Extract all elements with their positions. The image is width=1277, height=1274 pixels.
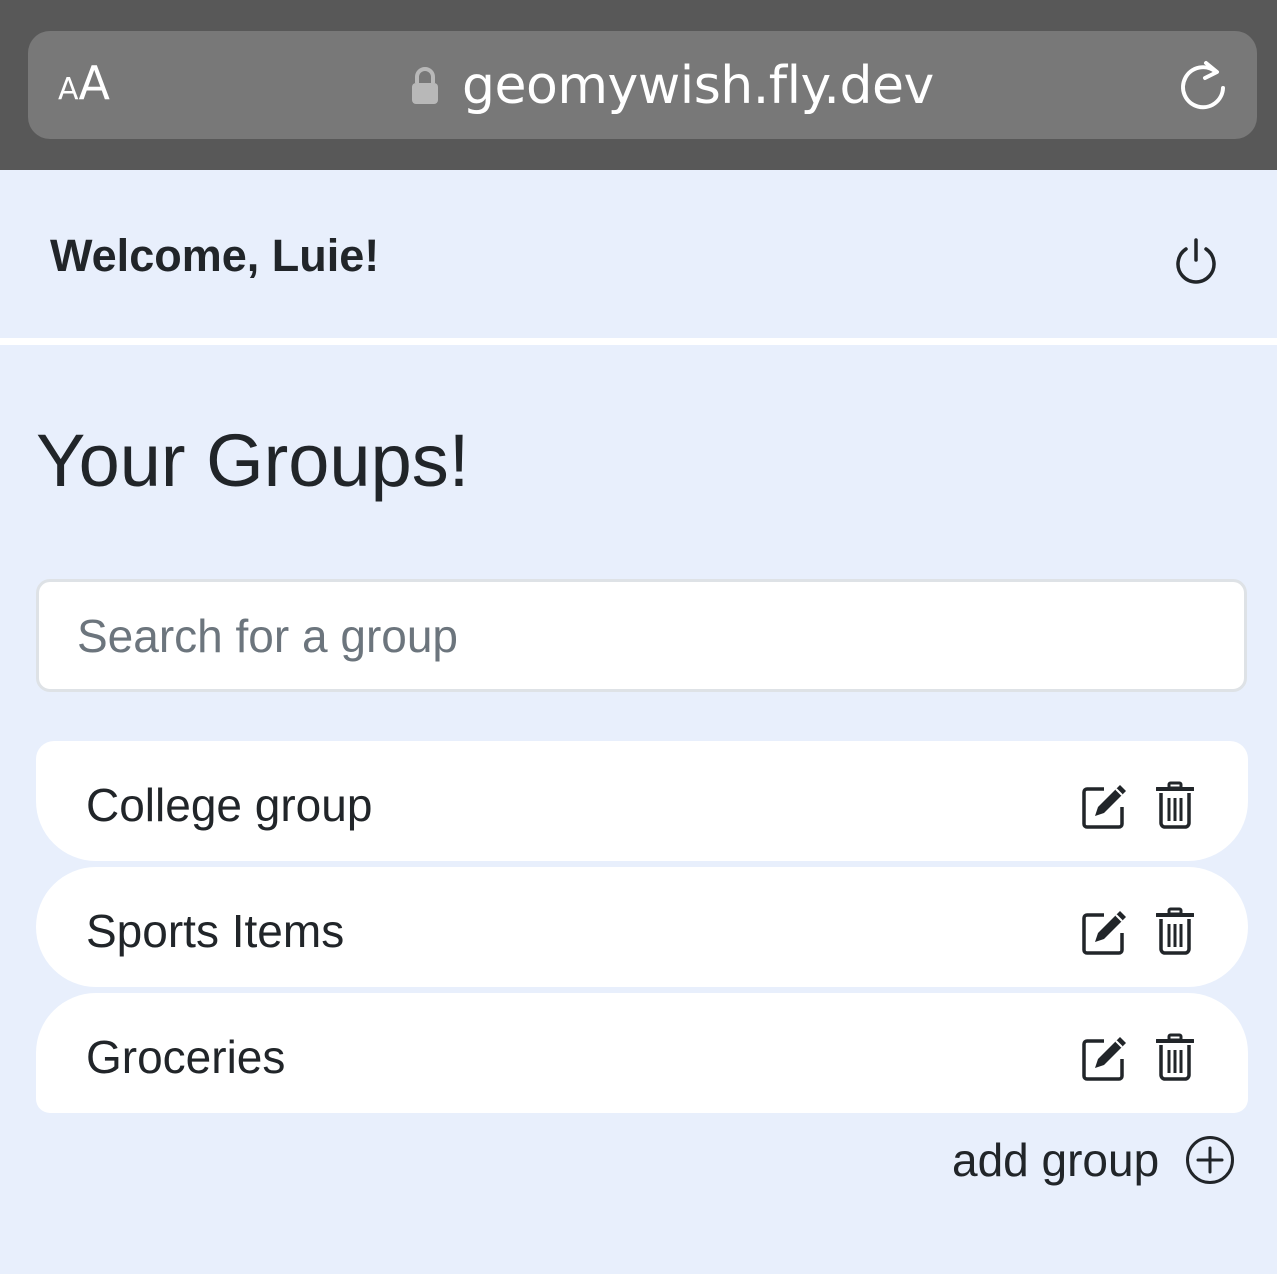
add-group-button[interactable]: add group — [952, 1130, 1235, 1190]
group-list: College group Sports Items Groceries — [36, 741, 1248, 1119]
list-item[interactable]: Sports Items — [36, 867, 1248, 987]
lock-icon — [410, 66, 440, 106]
plus-circle-icon[interactable] — [1185, 1135, 1235, 1185]
text-size-big-glyph: A — [78, 56, 110, 110]
search-input[interactable] — [36, 579, 1247, 692]
list-item[interactable]: Groceries — [36, 993, 1248, 1113]
reload-icon[interactable] — [1176, 58, 1230, 112]
edit-icon[interactable] — [1082, 909, 1128, 955]
url-text: geomywish.fly.dev — [462, 56, 934, 116]
trash-icon[interactable] — [1155, 1033, 1195, 1081]
group-name: Sports Items — [86, 905, 345, 957]
group-name: College group — [86, 779, 373, 831]
edit-icon[interactable] — [1082, 783, 1128, 829]
list-item[interactable]: College group — [36, 741, 1248, 861]
trash-icon[interactable] — [1155, 907, 1195, 955]
text-size-button[interactable]: AA — [58, 60, 110, 106]
text-size-small-glyph: A — [58, 72, 79, 107]
welcome-message: Welcome, Luie! — [50, 230, 380, 281]
power-icon[interactable] — [1172, 236, 1220, 286]
navbar-divider — [0, 338, 1277, 345]
trash-icon[interactable] — [1155, 781, 1195, 829]
group-name: Groceries — [86, 1031, 286, 1083]
add-group-label: add group — [952, 1134, 1160, 1186]
edit-icon[interactable] — [1082, 1035, 1128, 1081]
url-display[interactable]: geomywish.fly.dev — [410, 56, 934, 116]
page-title: Your Groups! — [36, 419, 470, 502]
